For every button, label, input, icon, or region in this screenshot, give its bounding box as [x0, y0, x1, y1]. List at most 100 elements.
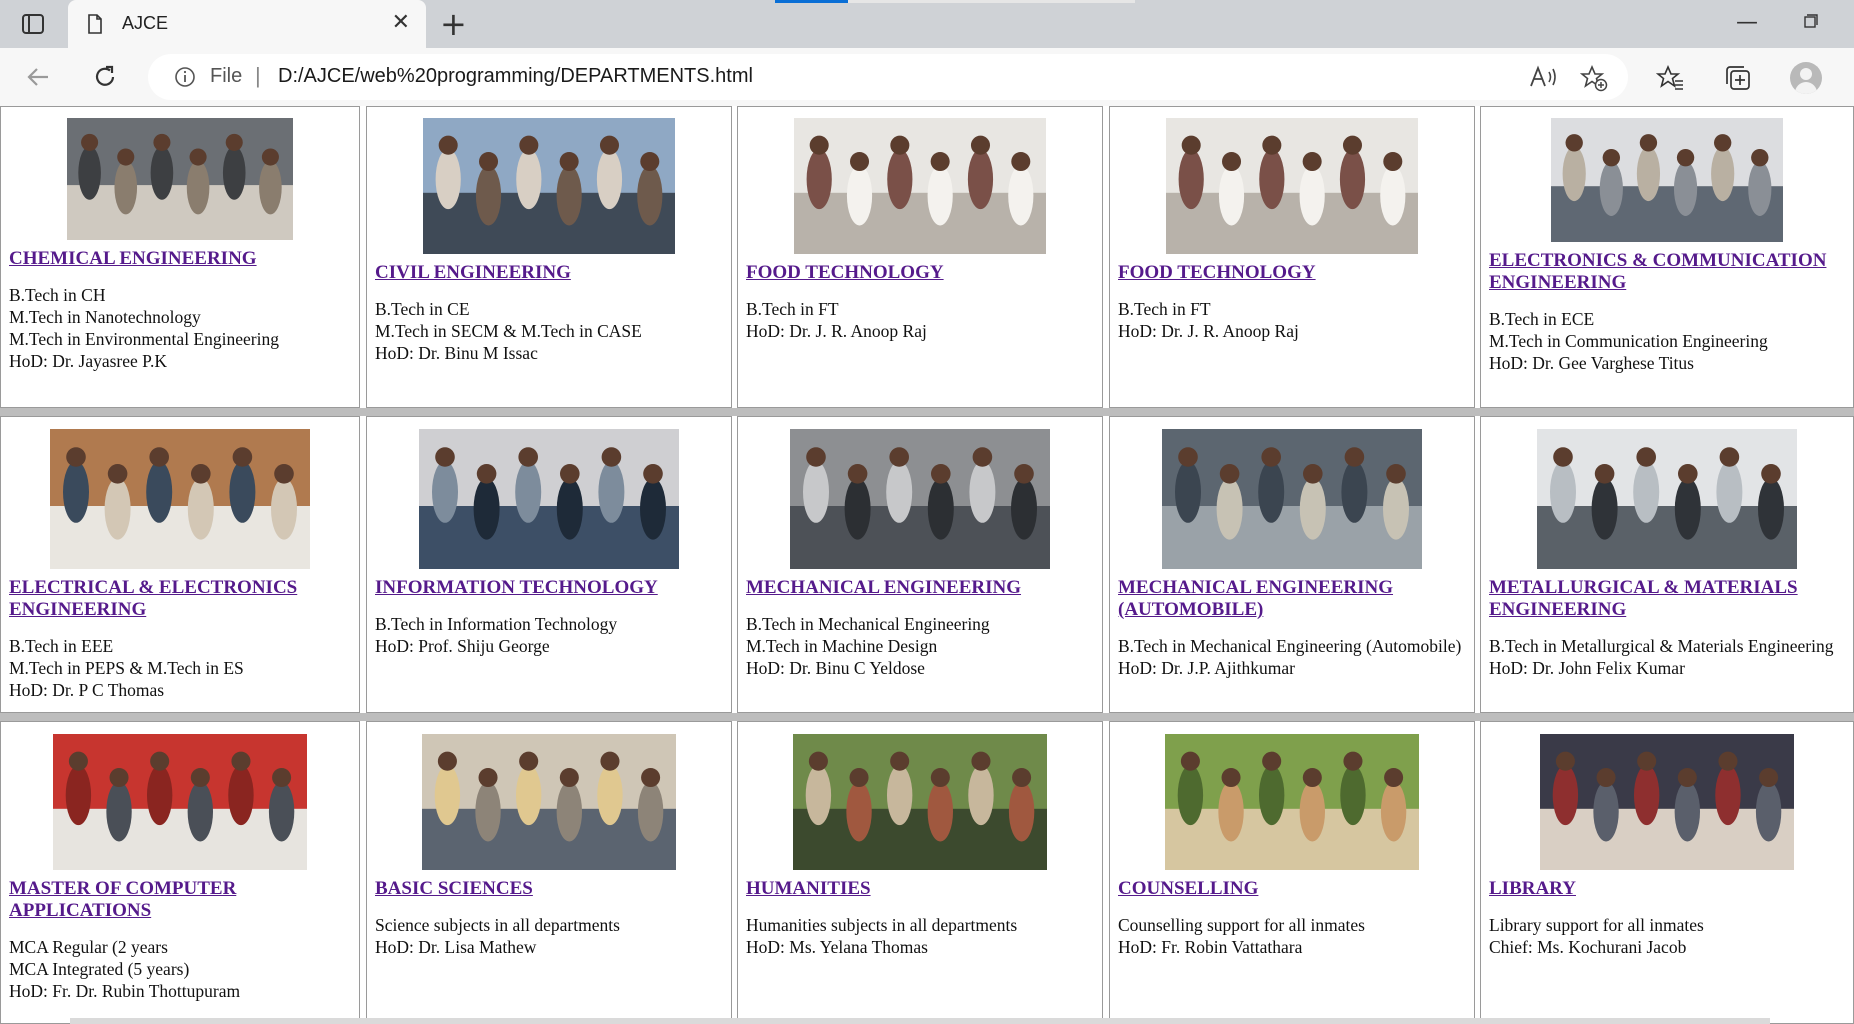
profile-icon[interactable] — [1790, 62, 1822, 94]
department-link[interactable]: CIVIL ENGINEERING — [375, 262, 731, 284]
department-photo — [790, 429, 1050, 569]
plus-icon[interactable]: + — [440, 6, 467, 42]
department-info-line: HoD: Dr. P C Thomas — [9, 680, 165, 700]
collections-icon[interactable] — [1724, 64, 1752, 92]
department-card: COUNSELLING Counselling support for all i… — [1109, 721, 1475, 1024]
url-text[interactable]: D:/AJCE/web%20programming/DEPARTMENTS.ht… — [278, 65, 753, 88]
department-photo — [1537, 429, 1797, 569]
department-info-line: M.Tech in SECM & M.Tech in CASE — [375, 321, 642, 341]
department-photo — [67, 118, 293, 240]
department-info-line: HoD: Fr. Dr. Rubin Thottupuram — [9, 981, 241, 1001]
department-info-line: B.Tech in Mechanical Engineering — [746, 614, 990, 634]
department-info-line: B.Tech in CE — [375, 299, 470, 319]
department-info-line: Chief: Ms. Kochurani Jacob — [1489, 937, 1687, 957]
department-card: HUMANITIES Humanities subjects in all dep… — [737, 721, 1103, 1024]
department-card: CIVIL ENGINEERING B.Tech in CE M.Tech in S… — [366, 106, 732, 408]
department-card: LIBRARY Library support for all inmates Ch… — [1480, 721, 1854, 1024]
department-info: B.Tech in Mechanical Engineering (Automo… — [1118, 635, 1474, 679]
department-info-line: B.Tech in FT — [746, 299, 839, 319]
url-separator: | — [255, 63, 261, 88]
department-photo — [50, 429, 310, 569]
info-icon[interactable] — [174, 66, 196, 88]
department-info: Library support for all inmates Chief: Ms… — [1489, 914, 1853, 958]
department-link[interactable]: ELECTRONICS & COMMUNICATION ENGINEERING — [1489, 250, 1853, 294]
row-separator — [0, 408, 1854, 416]
department-link[interactable]: METALLURGICAL & MATERIALS ENGINEERING — [1489, 577, 1853, 621]
department-info-line: M.Tech in Nanotechnology — [9, 307, 201, 327]
department-info-line: M.Tech in Machine Design — [746, 636, 938, 656]
browser-tab-bar: AJCE ✕ + — — [0, 0, 1854, 48]
department-link[interactable]: MECHANICAL ENGINEERING — [746, 577, 1102, 599]
department-info: Science subjects in all departments HoD: … — [375, 914, 731, 958]
department-info-line: HoD: Dr. J. R. Anoop Raj — [1118, 321, 1299, 341]
department-info: Humanities subjects in all departments Ho… — [746, 914, 1102, 958]
department-card: METALLURGICAL & MATERIALS ENGINEERING B.T… — [1480, 416, 1854, 713]
department-info: MCA Regular (2 years MCA Integrated (5 ye… — [9, 936, 359, 1002]
department-link[interactable]: HUMANITIES — [746, 878, 1102, 900]
page-icon — [88, 14, 102, 34]
department-link[interactable]: FOOD TECHNOLOGY — [746, 262, 1102, 284]
department-info-line: Humanities subjects in all departments — [746, 915, 1018, 935]
department-info-line: M.Tech in Communication Engineering — [1489, 331, 1768, 351]
department-photo — [423, 118, 675, 254]
department-link[interactable]: CHEMICAL ENGINEERING — [9, 248, 359, 270]
maximize-icon[interactable] — [1804, 14, 1818, 28]
department-link[interactable]: BASIC SCIENCES — [375, 878, 731, 900]
department-info-line: B.Tech in Mechanical Engineering (Automo… — [1118, 636, 1462, 656]
read-aloud-icon[interactable] — [1528, 64, 1558, 90]
url-scheme-label: File — [210, 65, 243, 87]
department-info-line: B.Tech in ECE — [1489, 309, 1595, 329]
department-info-line: HoD: Prof. Shiju George — [375, 636, 550, 656]
department-card: MECHANICAL ENGINEERING B.Tech in Mechanic… — [737, 416, 1103, 713]
department-info: B.Tech in ECE M.Tech in Communication Eng… — [1489, 308, 1853, 374]
department-link[interactable]: COUNSELLING — [1118, 878, 1474, 900]
department-info-line: Counselling support for all inmates — [1118, 915, 1365, 935]
department-photo — [53, 734, 307, 870]
department-card: BASIC SCIENCES Science subjects in all de… — [366, 721, 732, 1024]
department-card: MASTER OF COMPUTER APPLICATIONS MCA Regul… — [0, 721, 360, 1024]
department-info-line: B.Tech in CH — [9, 285, 106, 305]
reload-icon[interactable] — [88, 60, 122, 94]
favorites-icon[interactable] — [1656, 64, 1684, 92]
department-info: B.Tech in Mechanical Engineering M.Tech i… — [746, 613, 1102, 679]
department-info-line: Library support for all inmates — [1489, 915, 1704, 935]
department-card: ELECTRICAL & ELECTRONICS ENGINEERING B.Te… — [0, 416, 360, 713]
tab-actions-icon[interactable] — [18, 10, 48, 38]
department-link[interactable]: INFORMATION TECHNOLOGY — [375, 577, 731, 599]
department-card: INFORMATION TECHNOLOGY B.Tech in Informat… — [366, 416, 732, 713]
department-info-line: B.Tech in Metallurgical & Materials Engi… — [1489, 636, 1834, 656]
department-link[interactable]: LIBRARY — [1489, 878, 1853, 900]
star-plus-icon[interactable] — [1580, 64, 1608, 92]
minimize-icon[interactable]: — — [1736, 10, 1758, 35]
close-icon[interactable]: ✕ — [392, 10, 410, 36]
departments-page: CHEMICAL ENGINEERING B.Tech in CH M.Tech i… — [0, 106, 1854, 1024]
department-info: Counselling support for all inmates HoD: … — [1118, 914, 1474, 958]
loading-indicator — [775, 0, 1135, 3]
department-info-line: M.Tech in PEPS & M.Tech in ES — [9, 658, 244, 678]
department-info-line: HoD: Dr. John Felix Kumar — [1489, 658, 1685, 678]
department-photo — [1540, 734, 1794, 870]
address-toolbar: File | D:/AJCE/web%20programming/DEPARTM… — [0, 48, 1854, 107]
department-info: B.Tech in EEE M.Tech in PEPS & M.Tech in … — [9, 635, 359, 701]
department-card: CHEMICAL ENGINEERING B.Tech in CH M.Tech i… — [0, 106, 360, 408]
department-card: FOOD TECHNOLOGY B.Tech in FT HoD: Dr. J. R… — [737, 106, 1103, 408]
department-info-line: HoD: Dr. J.P. Ajithkumar — [1118, 658, 1295, 678]
department-info-line: HoD: Dr. Jayasree P.K — [9, 351, 167, 371]
department-link[interactable]: ELECTRICAL & ELECTRONICS ENGINEERING — [9, 577, 359, 621]
department-info-line: B.Tech in FT — [1118, 299, 1211, 319]
department-link[interactable]: MASTER OF COMPUTER APPLICATIONS — [9, 878, 359, 922]
department-photo — [1165, 734, 1419, 870]
department-info: B.Tech in Metallurgical & Materials Engi… — [1489, 635, 1853, 679]
url-field[interactable]: File | D:/AJCE/web%20programming/DEPARTM… — [148, 54, 1628, 100]
back-arrow-icon[interactable] — [22, 60, 56, 94]
department-link[interactable]: FOOD TECHNOLOGY — [1118, 262, 1474, 284]
tab-ajce[interactable]: AJCE ✕ — [68, 0, 426, 48]
tab-title: AJCE — [122, 13, 169, 33]
department-card: MECHANICAL ENGINEERING (AUTOMOBILE) B.Tec… — [1109, 416, 1475, 713]
department-photo — [793, 734, 1047, 870]
department-info-line: HoD: Dr. Lisa Mathew — [375, 937, 537, 957]
department-info-line: B.Tech in Information Technology — [375, 614, 618, 634]
horizontal-scrollbar[interactable] — [70, 1018, 1770, 1024]
department-link[interactable]: MECHANICAL ENGINEERING (AUTOMOBILE) — [1118, 577, 1474, 621]
department-info: B.Tech in FT HoD: Dr. J. R. Anoop Raj — [746, 298, 1102, 342]
